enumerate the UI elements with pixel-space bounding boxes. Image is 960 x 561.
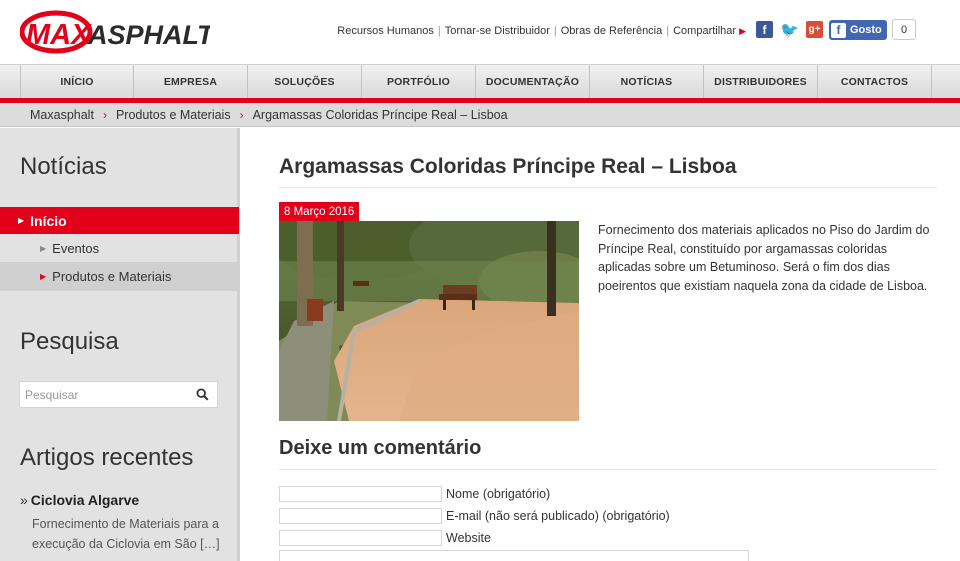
website-row: Website (279, 530, 491, 546)
triangle-right-icon: ▶ (40, 272, 47, 281)
triangle-right-icon: ▶ (18, 216, 25, 225)
sidebar-item-produtos[interactable]: ▶ Produtos e Materiais (0, 262, 239, 291)
like-count: 0 (892, 19, 916, 40)
sidebar-search-heading: Pesquisa (20, 328, 119, 355)
main-nav: INÍCIO EMPRESA SOLUÇÕES PORTFÓLIO DOCUME… (0, 64, 960, 98)
nav-inicio[interactable]: INÍCIO (20, 65, 134, 98)
chevron-right-icon: › (102, 107, 107, 122)
breadcrumb: Maxasphalt › Produtos e Materiais › Arga… (0, 103, 960, 127)
search-input[interactable]: Pesquisar (19, 381, 218, 408)
recent-article-title[interactable]: » Ciclovia Algarve (20, 492, 139, 508)
triangle-right-icon: ▶ (40, 243, 47, 253)
breadcrumb-current: Argamassas Coloridas Príncipe Real – Lis… (252, 107, 508, 122)
svg-text:MAX: MAX (26, 19, 92, 51)
nav-solucoes[interactable]: SOLUÇÕES (248, 65, 362, 98)
top-links: Recursos Humanos | Tornar-se Distribuido… (337, 25, 746, 37)
post-image (279, 221, 579, 421)
search-icon[interactable] (196, 388, 209, 401)
divider (279, 187, 937, 188)
sidebar-item-inicio[interactable]: ▶ Início (0, 207, 239, 234)
facebook-icon: f (831, 22, 846, 38)
maxasphalt-logo[interactable]: MAX ASPHALT (20, 10, 210, 54)
website-field[interactable] (279, 530, 442, 546)
email-row: E-mail (não será publicado) (obrigatório… (279, 508, 670, 524)
post-description: Fornecimento dos materiais aplicados no … (598, 223, 930, 293)
name-label: Nome (obrigatório) (446, 487, 551, 501)
nav-empresa[interactable]: EMPRESA (134, 65, 248, 98)
social-icons: f 🐦 g+ (756, 21, 823, 39)
comment-textarea[interactable] (279, 550, 749, 561)
sidebar-news-heading: Notícias (20, 153, 107, 180)
nav-noticias[interactable]: NOTÍCIAS (590, 65, 704, 98)
share-arrow-icon: ▶ (739, 25, 746, 36)
breadcrumb-category[interactable]: Produtos e Materiais (116, 108, 231, 122)
facebook-like-button[interactable]: f Gosto (829, 20, 887, 40)
sidebar: Notícias ▶ Início ▶ Eventos ▶ Produtos e… (0, 128, 240, 561)
svg-text:ASPHALT: ASPHALT (87, 20, 210, 50)
name-row: Nome (obrigatório) (279, 486, 550, 502)
post-title: Argamassas Coloridas Príncipe Real – Lis… (279, 155, 737, 178)
chevron-right-icon: › (239, 107, 244, 122)
name-field[interactable] (279, 486, 442, 502)
comment-heading: Deixe um comentário (279, 437, 482, 459)
link-recursos-humanos[interactable]: Recursos Humanos (337, 25, 434, 37)
recent-article-excerpt: Fornecimento de Materiais para a execuçã… (32, 517, 220, 551)
nav-contactos[interactable]: CONTACTOS (818, 65, 932, 98)
sidebar-item-eventos[interactable]: ▶ Eventos (0, 234, 239, 262)
double-chevron-icon: » (20, 492, 28, 508)
link-tornar-distribuidor[interactable]: Tornar-se Distribuidor (445, 25, 550, 37)
website-label: Website (446, 531, 491, 545)
facebook-icon[interactable]: f (756, 21, 773, 38)
twitter-icon[interactable]: 🐦 (780, 21, 799, 39)
breadcrumb-home[interactable]: Maxasphalt (30, 108, 94, 122)
nav-distribuidores[interactable]: DISTRIBUIDORES (704, 65, 818, 98)
link-compartilhar[interactable]: Compartilhar (673, 25, 736, 37)
sidebar-recent-heading: Artigos recentes (20, 444, 194, 471)
email-field[interactable] (279, 508, 442, 524)
nav-documentacao[interactable]: DOCUMENTAÇÃO (476, 65, 590, 98)
email-label: E-mail (não será publicado) (obrigatório… (446, 509, 670, 523)
link-obras-referencia[interactable]: Obras de Referência (561, 25, 663, 37)
site-header: MAX ASPHALT Recursos Humanos | Tornar-se… (0, 0, 960, 64)
divider (279, 469, 937, 470)
nav-portfolio[interactable]: PORTFÓLIO (362, 65, 476, 98)
like-label: Gosto (850, 24, 882, 36)
post-date-badge: 8 Março 2016 (279, 202, 360, 221)
googleplus-icon[interactable]: g+ (806, 21, 823, 38)
